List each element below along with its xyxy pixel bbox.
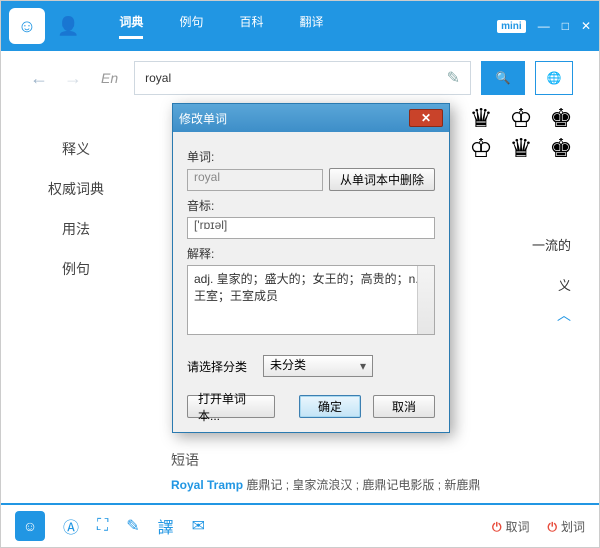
phrase-heading: 短语 [171, 450, 480, 470]
phrase-section: 短语 Royal Tramp 鹿鼎记 ; 皇家流浪汉 ; 鹿鼎记电影版 ; 新鹿… [171, 450, 480, 493]
maximize-icon[interactable]: □ [562, 19, 569, 33]
phonetic-input[interactable]: ['rɒɪəl] [187, 217, 435, 239]
phrase-line: Royal Tramp 鹿鼎记 ; 皇家流浪汉 ; 鹿鼎记电影版 ; 新鹿鼎 [171, 476, 480, 493]
web-search-button[interactable]: 🌐 [535, 61, 573, 95]
collapse-icon[interactable]: ︿ [557, 305, 571, 325]
tab-examples[interactable]: 例句 [179, 13, 203, 39]
tool-icon-1[interactable]: Ⓐ [63, 514, 79, 538]
globe-icon: 🌐 [547, 71, 562, 85]
partial-text-2: 义 [558, 275, 571, 294]
highlight-word-toggle[interactable]: ⏻划词 [547, 518, 585, 535]
definition-textarea[interactable]: adj. 皇家的；盛大的；女王的；高贵的；n. 王室；王室成员 [187, 265, 435, 335]
crown-icon: ♔ [503, 105, 539, 131]
main-tabs: 词典 例句 百科 翻译 [119, 13, 323, 39]
word-label: 单词: [187, 148, 435, 165]
definition-textarea-wrap: adj. 皇家的；盛大的；女王的；高贵的；n. 王室；王室成员 [187, 265, 435, 335]
tab-translate[interactable]: 翻译 [299, 13, 323, 39]
mini-mode-button[interactable]: mini [497, 20, 526, 33]
handwrite-icon[interactable]: ✎ [447, 68, 460, 88]
app-logo[interactable]: ☺ [9, 8, 45, 44]
tool-icon-4[interactable]: 譯 [158, 514, 174, 538]
sidebar-item-definition[interactable]: 释义 [1, 129, 151, 169]
tab-encyclopedia[interactable]: 百科 [239, 13, 263, 39]
sidebar-item-usage[interactable]: 用法 [1, 209, 151, 249]
partial-text: 一流的 [532, 235, 571, 254]
image-thumbnails[interactable]: ♛♔♚ ♔♛♚ [463, 105, 579, 161]
dialog-body: 单词: royal 从单词本中删除 音标: ['rɒɪəl] 解释: adj. … [173, 132, 449, 432]
open-wordbook-button[interactable]: 打开单词本... [187, 395, 275, 418]
sidebar-item-authority[interactable]: 权威词典 [1, 169, 151, 209]
crown-icon: ♔ [463, 135, 499, 161]
ok-button[interactable]: 确定 [299, 395, 361, 418]
tool-icon-3[interactable]: ✎ [126, 516, 139, 536]
phrase-text: 鹿鼎记 ; 皇家流浪汉 ; 鹿鼎记电影版 ; 新鹿鼎 [243, 478, 480, 492]
phrase-link[interactable]: Royal Tramp [171, 478, 243, 492]
word-input: royal [187, 169, 323, 191]
language-indicator[interactable]: En [101, 70, 118, 86]
minimize-icon[interactable]: — [538, 19, 550, 33]
forward-icon: → [61, 66, 85, 90]
delete-from-wordbook-button[interactable]: 从单词本中删除 [329, 168, 435, 191]
crown-icon: ♚ [543, 135, 579, 161]
crown-icon: ♚ [543, 105, 579, 131]
category-label: 请选择分类 [187, 358, 247, 375]
dialog-close-button[interactable]: ✕ [409, 109, 443, 127]
tool-icon-2[interactable]: ⛶ [97, 517, 108, 535]
app-mini-logo[interactable]: ☺ [15, 511, 45, 541]
tab-dictionary[interactable]: 词典 [119, 13, 143, 39]
tool-icon-5[interactable]: ✉ [192, 516, 205, 536]
crown-icon: ♛ [463, 105, 499, 131]
close-icon[interactable]: ✕ [581, 19, 591, 33]
crown-icon: ♛ [503, 135, 539, 161]
category-select[interactable]: 未分类 [263, 355, 373, 377]
dialog-titlebar[interactable]: 修改单词 ✕ [173, 104, 449, 132]
definition-label: 解释: [187, 245, 435, 262]
search-icon: 🔍 [496, 71, 511, 85]
edit-word-dialog: 修改单词 ✕ 单词: royal 从单词本中删除 音标: ['rɒɪəl] 解释… [172, 103, 450, 433]
phonetic-label: 音标: [187, 197, 435, 214]
search-input[interactable]: royal ✎ [134, 61, 471, 95]
titlebar: ☺ 👤 词典 例句 百科 翻译 mini — □ ✕ [1, 1, 599, 51]
cancel-button[interactable]: 取消 [373, 395, 435, 418]
user-icon[interactable]: 👤 [57, 16, 79, 37]
search-row: ← → En royal ✎ 🔍 🌐 [1, 51, 599, 105]
search-button[interactable]: 🔍 [481, 61, 525, 95]
back-icon[interactable]: ← [27, 66, 51, 90]
bottom-toolbar: ☺ Ⓐ ⛶ ✎ 譯 ✉ ⏻取词 ⏻划词 [1, 503, 599, 547]
sidebar-item-examples[interactable]: 例句 [1, 249, 151, 289]
dialog-title: 修改单词 [179, 110, 227, 127]
capture-word-toggle[interactable]: ⏻取词 [492, 518, 530, 535]
sidebar: 释义 权威词典 用法 例句 [1, 105, 151, 497]
search-value: royal [145, 71, 171, 85]
window-controls: mini — □ ✕ [497, 19, 591, 33]
